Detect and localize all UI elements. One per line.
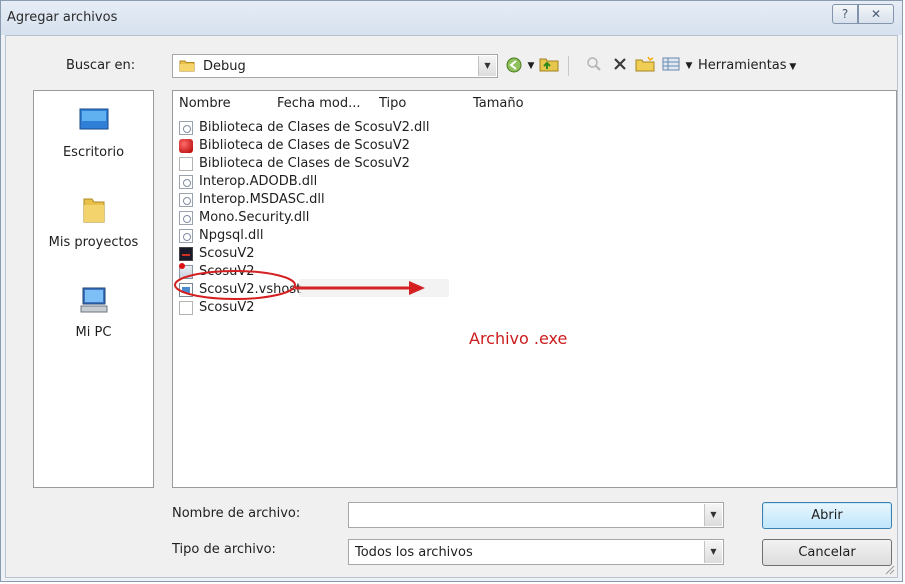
file-type-label: Tipo de archivo: [172,542,276,557]
back-arrow-icon [506,57,522,73]
back-dropdown-icon[interactable]: ▼ [526,56,536,76]
look-in-combobox[interactable]: Debug ▼ [172,54,498,78]
place-desktop[interactable]: Escritorio [34,105,153,160]
delete-x-icon [614,58,626,70]
look-in-dropdown-arrow[interactable]: ▼ [478,56,496,76]
file-type-value: Todos los archivos [355,545,473,560]
place-label: Mi PC [75,325,112,340]
magnifier-icon [587,57,601,71]
places-bar: Escritorio Mis proyectos Mi PC [33,90,154,488]
look-in-label: Buscar en: [66,58,136,73]
place-label: Escritorio [62,145,125,160]
desktop-icon [79,108,108,130]
place-my-pc[interactable]: Mi PC [34,285,153,340]
dialog-title: Agregar archivos [7,10,118,25]
file-type-select[interactable]: Todos los archivos ▼ [348,539,724,565]
computer-icon [80,287,107,313]
new-folder-icon [635,56,655,72]
look-in-value: Debug [203,59,246,74]
help-button[interactable]: ? [832,4,858,24]
highlight-ellipse [174,270,296,300]
delete-button[interactable] [610,56,630,76]
back-button[interactable] [504,56,524,76]
place-my-projects[interactable]: Mis proyectos [34,195,153,250]
search-web-button[interactable] [584,56,604,76]
resize-grip-icon[interactable] [885,565,895,575]
add-files-dialog: Agregar archivos ? ✕ Buscar en: Debug ▼ … [0,0,903,582]
tools-dropdown-icon: ▼ [786,62,797,72]
tools-menu-label: Herramientas [698,58,787,73]
open-button[interactable]: Abrir [762,502,892,529]
file-type-dropdown-arrow[interactable]: ▼ [704,541,722,563]
annotation-label: Archivo .exe [469,329,568,348]
up-folder-button[interactable] [538,56,560,76]
views-dropdown-icon[interactable]: ▼ [684,56,694,76]
views-button[interactable] [660,56,682,76]
annotation-overlay [174,270,449,300]
new-folder-button[interactable] [634,56,656,76]
tools-menu[interactable]: Herramientas ▼ [698,56,808,76]
up-folder-icon [539,58,559,72]
close-button[interactable]: ✕ [858,4,894,24]
title-bar: Agregar archivos ? ✕ [1,1,902,35]
file-name-label: Nombre de archivo: [172,506,301,521]
file-list: Nombre Fecha mod... Tipo Tamaño Bibliote… [172,90,897,488]
views-icon [662,57,680,71]
folder-icon [83,198,104,223]
toolbar-separator [568,56,583,76]
folder-icon [179,60,195,72]
place-label: Mis proyectos [48,235,139,250]
file-name-dropdown-arrow[interactable]: ▼ [704,504,722,526]
file-name-input[interactable]: ▼ [348,502,724,528]
dialog-body: Buscar en: Debug ▼ ▼ ▼ Herramientas ▼ Es… [5,35,898,578]
cancel-button[interactable]: Cancelar [762,539,892,566]
